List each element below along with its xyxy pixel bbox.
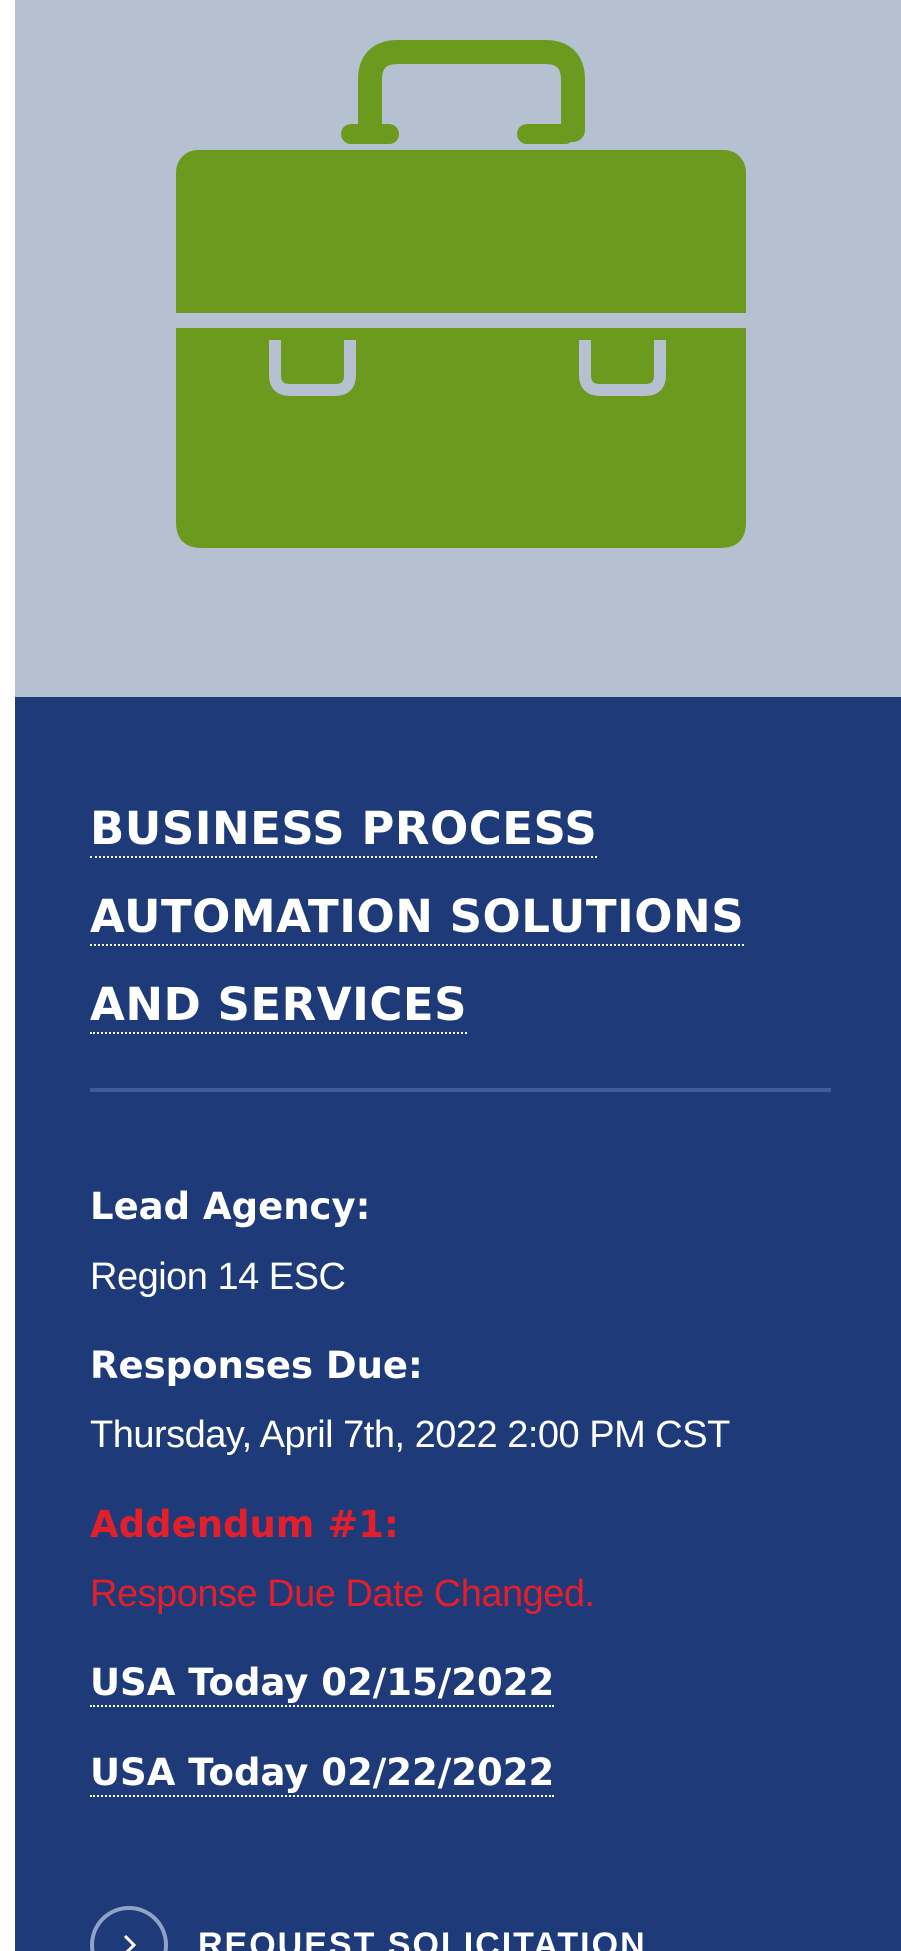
request-solicitation-button[interactable]: REQUEST SOLICITATION [90, 1900, 647, 1951]
title-link-line2[interactable]: AUTOMATION SOLUTIONS [90, 890, 745, 946]
responses-due-label: Responses Due: [90, 1344, 423, 1387]
usa-today-link-1[interactable]: USA Today 02/15/2022 [90, 1661, 555, 1707]
request-solicitation-label: REQUEST SOLICITATION [198, 1925, 647, 1951]
lead-agency-label: Lead Agency: [90, 1185, 371, 1228]
details-panel: BUSINESS PROCESS AUTOMATION SOLUTIONS AN… [15, 697, 901, 1951]
lead-agency-value: Region 14 ESC [90, 1256, 346, 1298]
title-link-line3[interactable]: AND SERVICES [90, 978, 468, 1034]
addendum-value: Response Due Date Changed. [90, 1573, 595, 1615]
divider [90, 1088, 831, 1092]
responses-due-value: Thursday, April 7th, 2022 2:00 PM CST [90, 1414, 730, 1456]
briefcase-icon [176, 40, 746, 548]
solicitation-card: BUSINESS PROCESS AUTOMATION SOLUTIONS AN… [15, 0, 901, 1951]
addendum-label: Addendum #1: [90, 1503, 399, 1546]
solicitation-title: BUSINESS PROCESS AUTOMATION SOLUTIONS AN… [90, 785, 810, 1049]
title-link-line1[interactable]: BUSINESS PROCESS [90, 802, 598, 858]
chevron-right-icon [90, 1906, 168, 1951]
usa-today-link-2[interactable]: USA Today 02/22/2022 [90, 1751, 555, 1797]
hero-banner [15, 0, 901, 697]
